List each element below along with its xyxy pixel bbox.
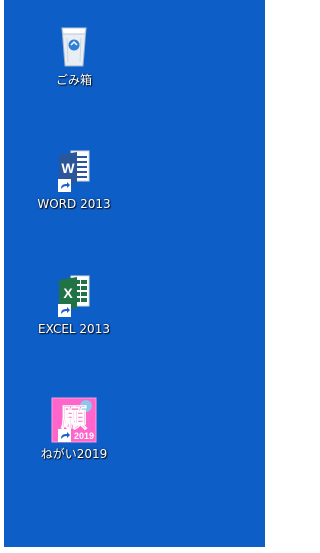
desktop-icon-negai-2019[interactable]: 願 2019 ねがい2019	[26, 396, 122, 462]
desktop-icon-recycle-bin[interactable]: ごみ箱	[26, 22, 122, 88]
excel-icon: X	[50, 271, 98, 319]
svg-text:X: X	[63, 285, 73, 301]
excel-2013-label: EXCEL 2013	[38, 322, 110, 336]
shortcut-arrow-icon	[58, 304, 71, 317]
svg-text:W: W	[61, 160, 75, 176]
negai-app-icon: 願 2019	[50, 396, 98, 444]
word-icon: W	[50, 146, 98, 194]
negai-2019-label: ねがい2019	[40, 447, 108, 461]
shortcut-arrow-icon	[58, 179, 71, 192]
recycle-bin-label: ごみ箱	[55, 73, 92, 87]
word-2013-label: WORD 2013	[37, 197, 111, 211]
recycle-bin-icon	[50, 22, 98, 70]
negai-logo-year: 2019	[74, 431, 94, 441]
desktop[interactable]: ごみ箱 W WORD 2013 X EXCEL 2013 願 2019 ねがい2…	[4, 0, 265, 547]
desktop-icon-word-2013[interactable]: W WORD 2013	[26, 146, 122, 212]
shortcut-arrow-icon	[58, 429, 71, 442]
desktop-icon-excel-2013[interactable]: X EXCEL 2013	[26, 271, 122, 337]
